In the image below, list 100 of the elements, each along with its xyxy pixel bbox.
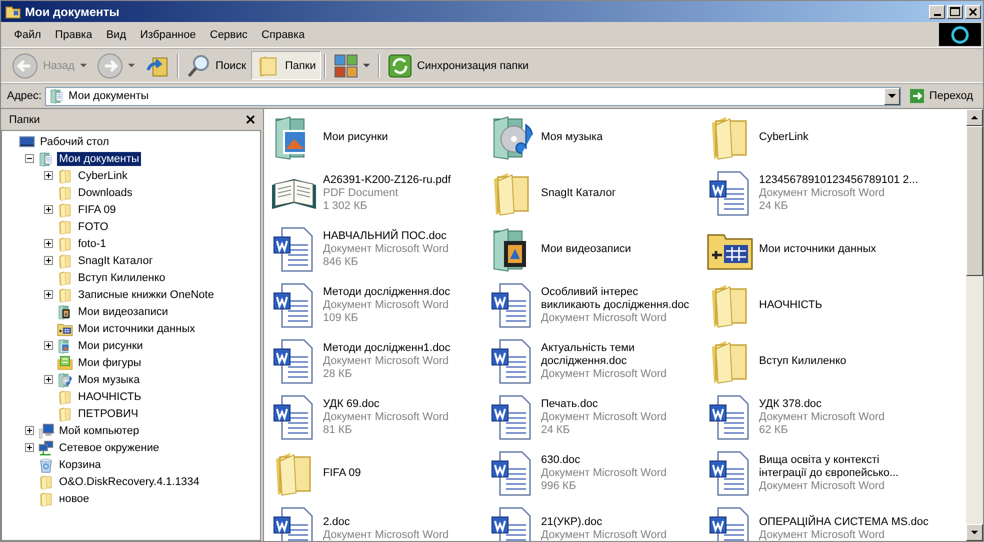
collapse-icon[interactable] bbox=[25, 154, 34, 163]
tree-item[interactable]: O&O.DiskRecovery.4.1.1334 bbox=[57, 474, 202, 488]
maximize-button[interactable] bbox=[947, 4, 963, 18]
file-name[interactable]: інтеграції до європейсько... bbox=[759, 466, 899, 480]
expand-icon[interactable] bbox=[44, 341, 53, 350]
folders-button[interactable]: Папки bbox=[251, 51, 321, 80]
tree-item[interactable]: Мой компьютер bbox=[57, 424, 142, 438]
file-name[interactable]: викликають дослідження.doc bbox=[541, 298, 690, 312]
go-button[interactable]: Переход bbox=[904, 86, 979, 106]
folder-icon bbox=[57, 252, 73, 268]
tree-item[interactable]: SnagIt Каталог bbox=[76, 254, 155, 268]
tree-item[interactable]: НАОЧНІСТЬ bbox=[76, 390, 144, 404]
menu-item[interactable]: Вид bbox=[99, 28, 134, 40]
file-name[interactable]: УДК 378.doc bbox=[759, 398, 885, 410]
scroll-down-button[interactable] bbox=[966, 524, 983, 541]
file-name[interactable]: Мои рисунки bbox=[323, 130, 388, 144]
search-button[interactable]: Поиск bbox=[182, 51, 252, 80]
tree-item[interactable]: Downloads bbox=[76, 186, 134, 200]
file-name[interactable]: ОПЕРАЦІЙНА СИСТЕМА MS.doc bbox=[759, 516, 929, 529]
tree-item[interactable]: Записные книжки OneNote bbox=[76, 288, 216, 302]
folder-icon bbox=[57, 202, 73, 218]
tree-item[interactable]: Моя музыка bbox=[76, 372, 142, 386]
scrollbar[interactable] bbox=[966, 109, 983, 541]
file-name[interactable]: 21(УКР).doc bbox=[541, 516, 667, 529]
minimize-button[interactable] bbox=[929, 4, 945, 18]
menu-item[interactable]: Сервис bbox=[202, 28, 255, 40]
file-name[interactable]: Методи дослідження.doc bbox=[323, 286, 450, 298]
file-name[interactable]: Печать.doc bbox=[541, 398, 667, 410]
file-name[interactable]: 2.doc bbox=[323, 516, 449, 529]
file-name[interactable]: Особливий інтерес bbox=[541, 286, 690, 298]
file-name[interactable]: CyberLink bbox=[759, 130, 809, 144]
file-name[interactable]: SnagIt Каталог bbox=[541, 186, 616, 200]
close-button[interactable] bbox=[246, 115, 255, 124]
expand-icon[interactable] bbox=[44, 171, 53, 180]
expand-icon[interactable] bbox=[25, 443, 34, 452]
tree-item[interactable]: CyberLink bbox=[76, 168, 130, 182]
expand-icon[interactable] bbox=[44, 290, 53, 299]
tree-item[interactable]: FIFA 09 bbox=[76, 202, 118, 216]
file-name[interactable]: A26391-K200-Z126-ru.pdf bbox=[323, 174, 451, 186]
tree-item[interactable]: ПЕТРОВИЧ bbox=[76, 406, 140, 420]
tree-item[interactable]: Сетевое окружение bbox=[57, 440, 162, 454]
expand-icon[interactable] bbox=[44, 375, 53, 384]
file-name[interactable]: 630.doc bbox=[541, 454, 667, 466]
tree-item[interactable]: новое bbox=[57, 492, 92, 506]
folder-icon bbox=[5, 4, 21, 20]
file-name[interactable]: Вступ Килиленко bbox=[759, 354, 846, 368]
expand-icon[interactable] bbox=[44, 205, 53, 214]
file-name[interactable]: НАОЧНІСТЬ bbox=[759, 298, 822, 312]
file-type: Документ Microsoft Word bbox=[323, 410, 449, 424]
tree-item[interactable]: Мои документы bbox=[57, 152, 142, 166]
documents-folder-icon bbox=[38, 150, 54, 166]
dropdown-button[interactable] bbox=[884, 88, 900, 104]
file-type: Документ Microsoft Word bbox=[323, 242, 449, 256]
scroll-thumb[interactable] bbox=[966, 126, 983, 276]
file-name[interactable]: УДК 69.doc bbox=[323, 398, 449, 410]
file-name[interactable]: Вища освіта у контексті bbox=[759, 454, 899, 466]
sync-icon bbox=[388, 54, 412, 78]
tree-item[interactable]: Корзина bbox=[57, 458, 103, 472]
caret-icon bbox=[888, 92, 896, 100]
address-field[interactable]: Мои документы bbox=[44, 86, 902, 106]
file-name[interactable]: Методи дослідженн1.doc bbox=[323, 342, 450, 354]
file-name[interactable]: дослідження.doc bbox=[541, 354, 667, 368]
file-type: Документ Microsoft Word bbox=[541, 466, 667, 480]
file-size: 62 КБ bbox=[759, 424, 789, 436]
file-name[interactable]: 12345678910123456789101 2... bbox=[759, 174, 918, 186]
expand-icon[interactable] bbox=[44, 256, 53, 265]
monitor-icon bbox=[19, 134, 35, 150]
folder-icon bbox=[57, 218, 73, 234]
tree-item[interactable]: foto-1 bbox=[76, 236, 108, 250]
menu-item[interactable]: Файл bbox=[7, 28, 48, 40]
scroll-up-button[interactable] bbox=[966, 109, 983, 126]
search-icon bbox=[186, 54, 211, 78]
file-name[interactable]: Актуальність теми bbox=[541, 342, 667, 354]
caret-icon bbox=[971, 529, 978, 536]
sync-button[interactable]: Синхронизация папки bbox=[382, 51, 534, 80]
tree-item[interactable]: FOTO bbox=[76, 220, 110, 234]
file-name[interactable]: Мои видеозаписи bbox=[541, 242, 632, 256]
tree-item[interactable]: Мои источники данных bbox=[76, 322, 198, 336]
close-icon bbox=[246, 115, 255, 124]
tree-item[interactable]: Мои видеозаписи bbox=[76, 304, 170, 318]
menu-item[interactable]: Справка bbox=[254, 28, 312, 40]
file-name[interactable]: Моя музыка bbox=[541, 130, 603, 144]
file-name[interactable]: НАВЧАЛЬНИЙ ПОС.doc bbox=[323, 230, 449, 242]
expand-icon[interactable] bbox=[25, 426, 34, 435]
file-name[interactable]: Мои источники данных bbox=[759, 242, 876, 256]
views-icon bbox=[334, 54, 358, 78]
menu-item[interactable]: Избранное bbox=[133, 28, 203, 40]
tree-item[interactable]: Рабочий стол bbox=[38, 134, 112, 148]
expand-icon[interactable] bbox=[44, 239, 53, 248]
file-type: Документ Microsoft Word bbox=[541, 312, 668, 324]
folder-icon bbox=[38, 490, 54, 506]
file-name[interactable]: FIFA 09 bbox=[323, 466, 361, 480]
tree-item[interactable]: Мои рисунки bbox=[76, 338, 145, 352]
folder-icon bbox=[57, 168, 73, 184]
file-type: Документ Microsoft Word bbox=[759, 186, 886, 200]
tree-item[interactable]: Мои фигуры bbox=[76, 356, 144, 370]
file-size: 81 КБ bbox=[323, 424, 353, 436]
window-title: Мои документы bbox=[25, 4, 120, 18]
menu-item[interactable]: Правка bbox=[48, 28, 100, 40]
tree-item[interactable]: Вступ Килиленко bbox=[76, 270, 168, 284]
